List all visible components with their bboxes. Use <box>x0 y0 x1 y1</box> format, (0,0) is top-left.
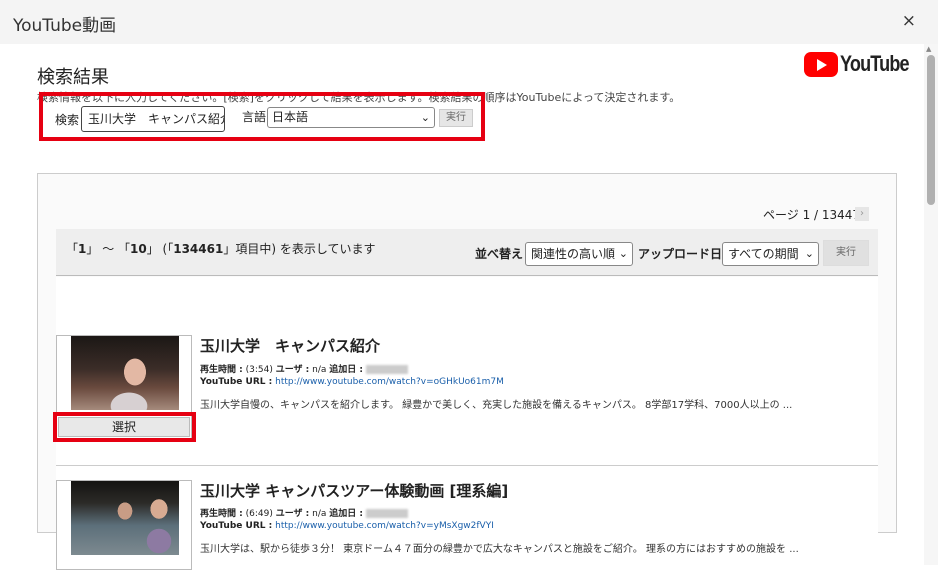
scroll-up-icon[interactable]: ▲ <box>926 45 931 53</box>
upload-date-select[interactable]: すべての期間 ⌄ <box>722 242 819 266</box>
count-text-part: 」 ～ 「 <box>86 242 131 256</box>
chevron-down-icon: ⌄ <box>618 247 628 260</box>
duration-value: (6:49) <box>245 509 273 519</box>
search-label: 検索 <box>55 113 80 127</box>
youtube-play-icon <box>804 51 838 77</box>
video-title[interactable]: 玉川大学 キャンパス紹介 <box>200 335 380 356</box>
result-divider <box>56 465 878 466</box>
video-thumbnail[interactable] <box>71 481 179 555</box>
count-text-part: 」 (「 <box>146 242 174 256</box>
scrollbar-thumb[interactable] <box>927 55 935 205</box>
added-date-redacted <box>365 509 408 518</box>
youtube-logo: YouTube <box>804 51 924 77</box>
video-url-row: YouTube URL : http://www.youtube.com/wat… <box>200 521 494 531</box>
select-button-highlight <box>53 412 196 442</box>
count-total: 134461 <box>173 242 224 256</box>
video-url-row: YouTube URL : http://www.youtube.com/wat… <box>200 377 504 387</box>
duration-label: 再生時間 : <box>200 509 243 519</box>
url-label: YouTube URL : <box>200 377 273 387</box>
video-description: 玉川大学は、駅から徒歩３分！ 東京ドーム４７面分の緑豊かで広大なキャンパスと施設… <box>200 544 799 555</box>
search-run-button[interactable]: 実行 <box>439 109 473 127</box>
dialog-title: YouTube動画 <box>13 16 117 36</box>
duration-value: (3:54) <box>245 365 273 375</box>
user-value: n/a <box>312 509 327 519</box>
sort-select[interactable]: 関連性の高い順 ⌄ <box>525 242 633 266</box>
user-label: ユーザ : <box>275 365 310 375</box>
youtube-logo-text: YouTube <box>840 51 910 76</box>
page-title: 検索結果 <box>37 67 109 88</box>
video-thumbnail[interactable] <box>71 336 179 410</box>
sort-label: 並べ替え <box>475 247 524 261</box>
video-thumbnail-frame <box>56 480 192 570</box>
results-count: 「1」 ～ 「10」 (「134461」項目中) を表示しています <box>66 240 375 257</box>
chevron-down-icon: ⌄ <box>804 247 814 260</box>
next-page-icon[interactable]: › <box>855 207 869 221</box>
sort-select-value: 関連性の高い順 <box>531 247 616 261</box>
video-url-link[interactable]: http://www.youtube.com/watch?v=oGHkUo61m… <box>275 377 504 387</box>
video-description: 玉川大学自慢の、キャンパスを紹介します。 緑豊かで美しく、充実した施設を備えるキ… <box>200 400 793 411</box>
language-select-value: 日本語 <box>272 110 309 124</box>
upload-date-select-value: すべての期間 <box>728 247 799 261</box>
count-text-part: 「 <box>66 242 79 256</box>
user-value: n/a <box>312 365 327 375</box>
upload-date-label: アップロード日 <box>638 247 723 261</box>
added-label: 追加日 : <box>329 509 364 519</box>
count-text-part: 」項目中) を表示しています <box>223 242 376 256</box>
added-label: 追加日 : <box>329 365 364 375</box>
chevron-down-icon: ⌄ <box>420 111 430 124</box>
url-label: YouTube URL : <box>200 521 273 531</box>
language-label: 言語 <box>242 110 267 124</box>
added-date-redacted <box>365 365 408 374</box>
video-url-link[interactable]: http://www.youtube.com/watch?v=yMsXgw2fV… <box>275 521 494 531</box>
language-select[interactable]: 日本語 ⌄ <box>267 107 435 128</box>
count-to: 10 <box>130 242 147 256</box>
search-input[interactable]: 玉川大学 キャンパス紹介 <box>81 106 225 132</box>
video-meta: 再生時間 : (3:54) ユーザ : n/a 追加日 : <box>200 362 408 375</box>
duration-label: 再生時間 : <box>200 365 243 375</box>
pagination-text: ページ 1 / 13447 <box>763 208 861 222</box>
user-label: ユーザ : <box>275 509 310 519</box>
video-meta: 再生時間 : (6:49) ユーザ : n/a 追加日 : <box>200 506 408 519</box>
dialog-titlebar: YouTube動画 × <box>0 0 938 44</box>
video-title[interactable]: 玉川大学 キャンパスツアー体験動画 [理系編] <box>200 480 508 501</box>
close-icon[interactable]: × <box>902 11 916 31</box>
filter-run-button[interactable]: 実行 <box>823 240 869 266</box>
